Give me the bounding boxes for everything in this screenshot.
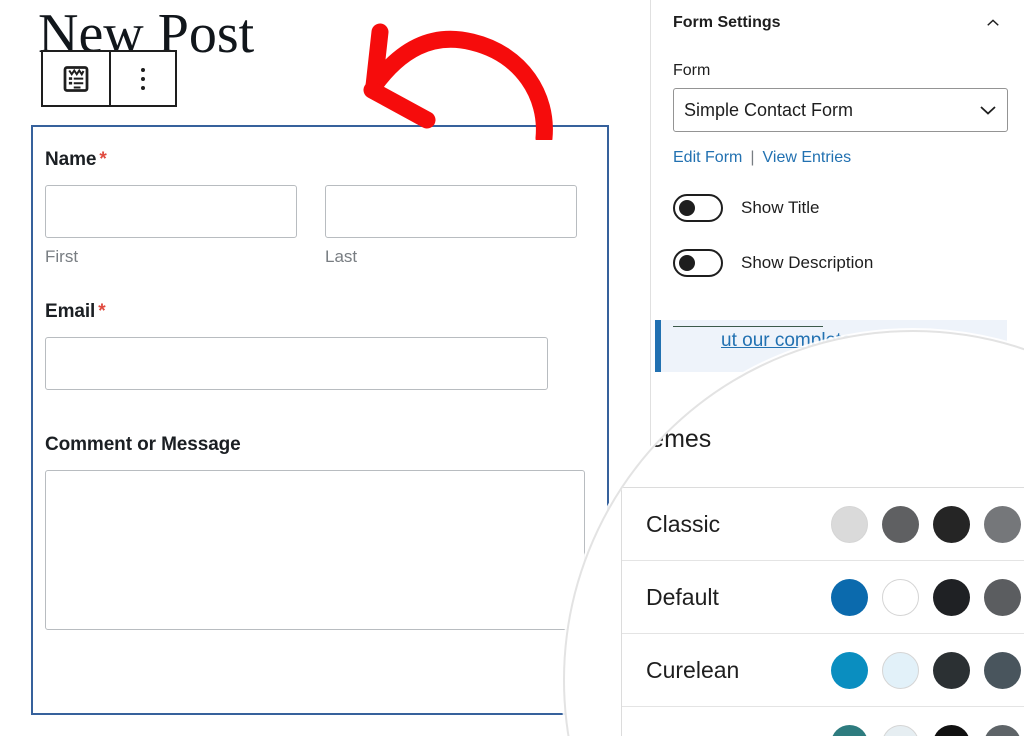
theme-name: Default [646, 583, 719, 610]
first-name-sublabel: First [45, 247, 79, 266]
swatch [831, 725, 868, 736]
swatch [831, 505, 868, 543]
theme-swatches [831, 505, 1024, 543]
swatch [882, 651, 919, 689]
swatch [882, 505, 919, 543]
editor-canvas: New Post Name * First Last Email * Comme… [0, 0, 620, 736]
red-pointer-arrow [363, 23, 553, 140]
theme-row[interactable]: Classic [622, 488, 1024, 561]
form-block-icon [63, 65, 89, 92]
swatch [831, 578, 868, 616]
field-name: Name * First Last [45, 149, 577, 267]
form-block[interactable]: Name * First Last Email * Comment or Mes… [31, 125, 609, 715]
field-message: Comment or Message [45, 434, 585, 630]
form-block-icon-button[interactable] [43, 52, 109, 105]
show-title-toggle[interactable] [673, 194, 723, 222]
show-description-row: Show Description [673, 249, 1002, 277]
last-name-sublabel: Last [325, 247, 358, 266]
first-name-input[interactable] [45, 185, 297, 238]
field-label-message: Comment or Message [45, 434, 577, 456]
form-select-caption: Form [673, 62, 711, 79]
notice-rule [673, 326, 823, 327]
swatch [882, 725, 919, 736]
swatch [831, 651, 868, 689]
more-options-icon [141, 67, 145, 90]
last-name-input[interactable] [325, 185, 577, 238]
themes-table: Classic Default Curelean [621, 487, 1024, 736]
theme-row[interactable]: Curelean [622, 634, 1024, 707]
required-asterisk: * [98, 301, 106, 322]
show-title-label: Show Title [741, 198, 820, 217]
form-action-links: Edit Form | View Entries [673, 149, 1002, 167]
required-asterisk: * [99, 149, 107, 170]
field-label-name-text: Name [45, 149, 97, 170]
field-label-message-text: Comment or Message [45, 434, 241, 455]
view-entries-link[interactable]: View Entries [763, 149, 852, 167]
theme-name: Curelean [646, 656, 740, 683]
chevron-up-icon[interactable] [984, 14, 1002, 32]
show-description-toggle[interactable] [673, 249, 723, 277]
field-label-email-text: Email [45, 301, 96, 322]
block-toolbar [41, 50, 177, 107]
swatch [984, 578, 1021, 616]
theme-row[interactable] [622, 707, 1024, 736]
swatch [933, 725, 970, 736]
toggle-knob [679, 200, 695, 216]
form-select[interactable]: Simple Contact Form [673, 88, 1008, 132]
field-email: Email * [45, 301, 577, 390]
theme-swatches [831, 651, 1024, 689]
swatch [882, 578, 919, 616]
swatch [933, 505, 970, 543]
swatch [933, 578, 970, 616]
theme-swatches [831, 578, 1024, 616]
field-label-email: Email * [45, 301, 577, 323]
themes-heading: Themes [621, 425, 712, 453]
screenshot-root: New Post Name * First Last Email * Comme… [0, 0, 1024, 736]
form-settings-title: Form Settings [673, 14, 781, 31]
message-textarea[interactable] [45, 470, 585, 630]
magnifier-lens: Themes Classic Default Curelean [563, 330, 1024, 736]
toggle-knob [679, 255, 695, 271]
magnifier-content: Themes Classic Default Curelean [565, 332, 1024, 736]
more-options-button[interactable] [109, 52, 175, 105]
swatch [984, 505, 1021, 543]
form-select-wrapper: Simple Contact Form [673, 88, 1008, 132]
swatch [984, 725, 1021, 736]
theme-name: Classic [646, 510, 721, 537]
show-description-label: Show Description [741, 253, 874, 272]
form-settings-panel-header[interactable]: Form Settings [673, 0, 1002, 46]
link-separator: | [750, 149, 755, 166]
theme-swatches [831, 725, 1024, 736]
field-label-name: Name * [45, 149, 577, 171]
email-input[interactable] [45, 337, 548, 390]
swatch [933, 651, 970, 689]
theme-row[interactable]: Default [622, 561, 1024, 634]
swatch [984, 651, 1021, 689]
edit-form-link[interactable]: Edit Form [673, 149, 742, 167]
show-title-row: Show Title [673, 194, 1002, 222]
